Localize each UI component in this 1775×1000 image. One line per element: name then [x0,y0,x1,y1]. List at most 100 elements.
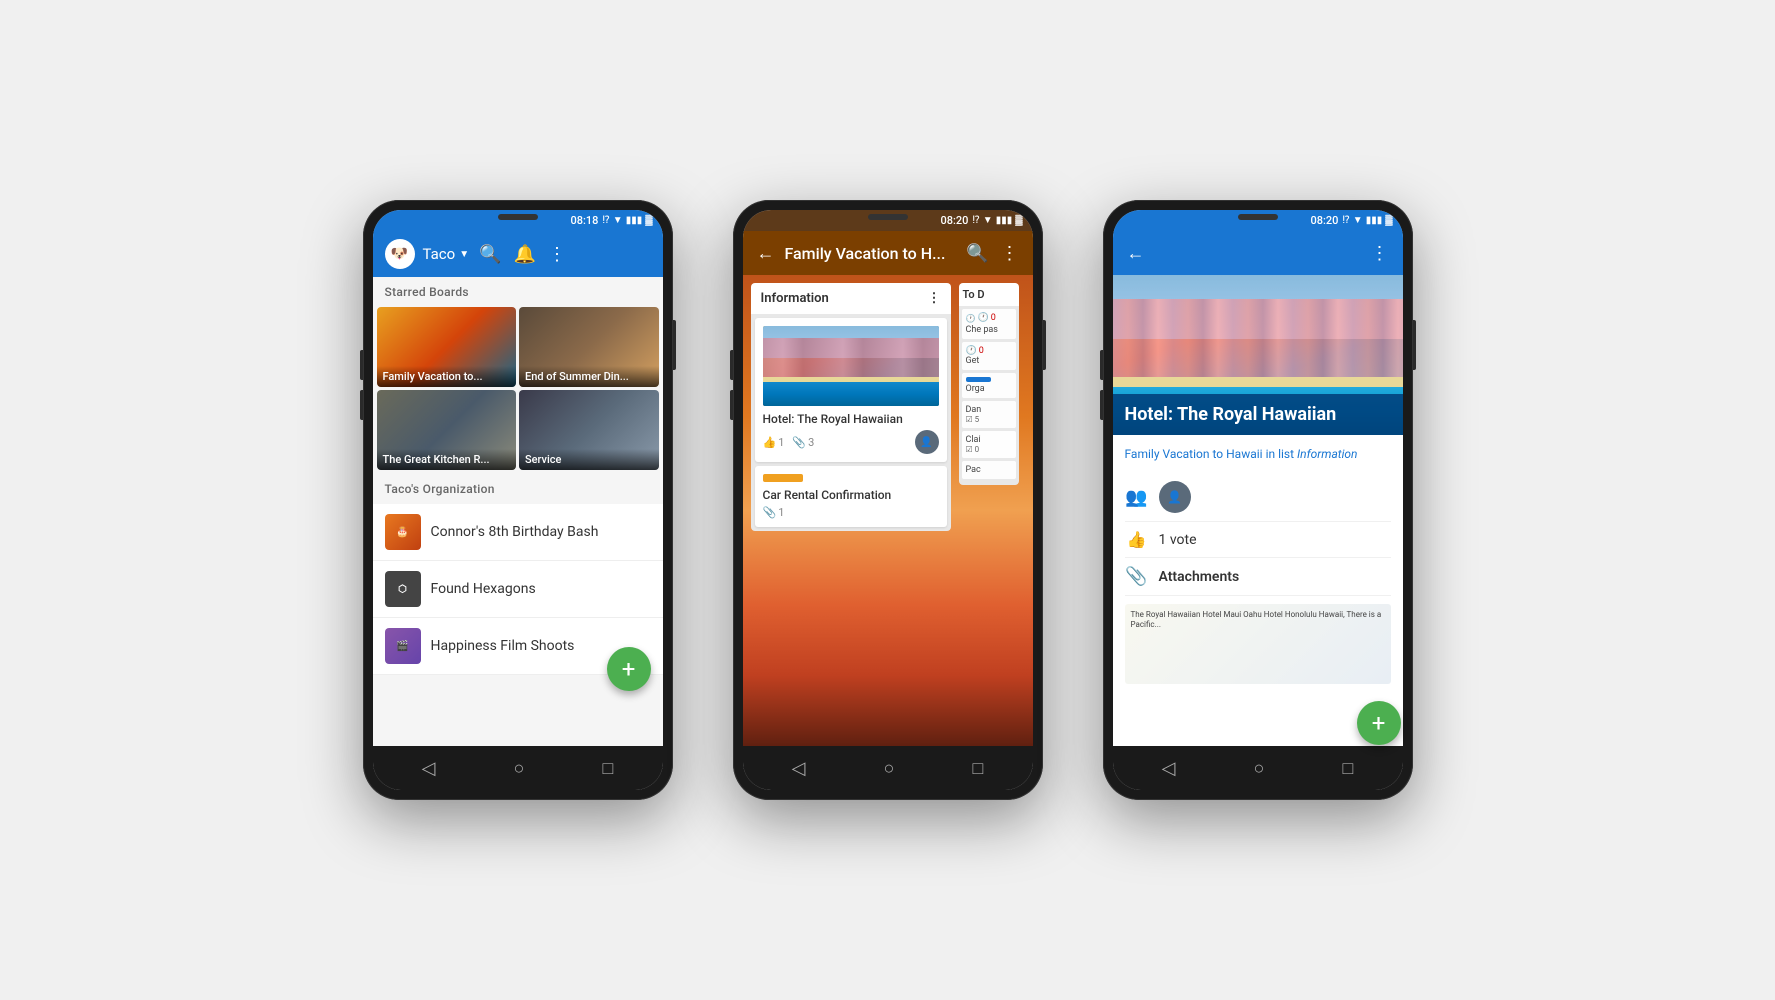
phone2-bluetooth-icon: ⁉ [972,215,979,226]
status-icons-3: ⁉ ▼ ▮▮▮ ▓ [1342,215,1392,226]
back-nav-button-2[interactable]: ◁ [792,758,806,779]
home-nav-button-2[interactable]: ○ [884,758,895,779]
phone3-power-button[interactable] [1413,320,1416,370]
badge-count-2: 0 [979,346,984,356]
search-icon[interactable]: 🔍 [477,242,503,267]
status-icons-2: ⁉ ▼ ▮▮▮ ▓ [972,215,1022,226]
todo-item-orga[interactable]: Orga [962,373,1016,398]
phone3-volume-down-button[interactable] [1100,390,1103,420]
members-list: 👤 [1159,481,1191,513]
member-avatar-1: 👤 [1159,481,1191,513]
bottom-nav-2: ◁ ○ □ [743,746,1033,790]
app-bar-title-2: Family Vacation to H... [785,244,957,263]
column-header-information: Information ⋮ [751,283,951,314]
todo-item-get[interactable]: 🕐 0 Get [962,342,1016,370]
todo-badge-get: 🕐 0 [966,346,1012,356]
clock-icon-2: 🕐 [966,346,977,356]
members-icon: 👥 [1125,487,1149,508]
board-thumb-vacation[interactable]: Family Vacation to... [377,307,517,387]
phone2-volume-down-button[interactable] [730,390,733,420]
app-bar-3: ← ⋮ [1113,231,1403,275]
board-thumb-label-summer: End of Summer Din... [519,366,659,387]
back-nav-button[interactable]: ◁ [422,758,436,779]
bottom-nav-1: ◁ ○ □ [373,746,663,790]
status-bar-2: 08:20 ⁉ ▼ ▮▮▮ ▓ [743,210,1033,231]
fab-add-button[interactable]: + [607,647,651,691]
todo-color-bar [966,377,991,382]
column-todo-partial: To D 🕐 0 Che pas [959,283,1019,738]
volume-down-button[interactable] [360,390,363,420]
more-options-icon[interactable]: ⋮ [546,242,568,267]
org-avatar-happiness: 🎬 [385,628,421,664]
board-thumb-kitchen[interactable]: The Great Kitchen R... [377,390,517,470]
todo-progress-dan: ☑ 5 [966,415,1012,424]
card-detail-subtitle: Family Vacation to Hawaii in list Inform… [1125,447,1391,461]
more-options-icon-2[interactable]: ⋮ [999,241,1021,266]
notifications-icon[interactable]: 🔔 [512,242,538,267]
resort-water [763,382,939,406]
card-detail-body: Family Vacation to Hawaii in list Inform… [1113,435,1403,696]
org-item-hexagons[interactable]: ⬡ Found Hexagons [373,561,663,618]
todo-item-dan[interactable]: Dan ☑ 5 [962,401,1016,428]
thumbs-up-icon-detail: 👍 [1125,530,1149,549]
column-title-information: Information [761,291,829,306]
phone3-signal-icon: ▮▮▮ [1366,215,1383,226]
todo-text-dan: Dan [966,405,982,415]
back-nav-button-3[interactable]: ◁ [1162,758,1176,779]
card-hero-image: Hotel: The Royal Hawaiian [1113,275,1403,435]
back-icon-3[interactable]: ← [1125,241,1147,266]
todo-item-pac[interactable]: Pac [962,461,1016,479]
board-thumb-service[interactable]: Service [519,390,659,470]
phone2-volume-up-button[interactable] [730,350,733,380]
more-options-icon-3[interactable]: ⋮ [1369,241,1391,266]
phone-3: 08:20 ⁉ ▼ ▮▮▮ ▓ ← ⋮ [1103,200,1413,800]
card-hotel-title: Hotel: The Royal Hawaiian [763,412,939,426]
phone3-volume-up-button[interactable] [1100,350,1103,380]
recents-nav-button-2[interactable]: □ [973,758,984,779]
subtitle-list: Information [1297,447,1357,461]
todo-item-che[interactable]: 🕐 0 Che pas [962,309,1016,339]
org-avatar-hexagons: ⬡ [385,571,421,607]
todo-text-orga: Orga [966,384,985,394]
search-icon-2[interactable]: 🔍 [964,241,990,266]
column-menu-icon[interactable]: ⋮ [928,291,941,306]
card-rental-meta: 📎 1 [763,506,939,519]
card-rental[interactable]: Car Rental Confirmation 📎 1 [755,466,947,527]
back-icon-2[interactable]: ← [755,241,777,266]
phone-1: 08:18 ⁉ ▼ ▮▮▮ ▓ 🐶 Taco ▼ 🔍 🔔 ⋮ [363,200,673,800]
home-nav-button[interactable]: ○ [514,758,525,779]
card-hotel-image [763,326,939,406]
board-columns: Information ⋮ [743,275,1033,746]
power-button[interactable] [673,320,676,370]
recents-nav-button[interactable]: □ [603,758,614,779]
todo-item-clai[interactable]: Clai ☑ 0 [962,431,1016,458]
org-avatar-connor: 🎂 [385,514,421,550]
phone3-wifi-icon: ▼ [1353,215,1363,226]
home-nav-button-3[interactable]: ○ [1254,758,1265,779]
fab-add-button-3[interactable]: + [1357,701,1401,745]
card-rental-attachments: 📎 1 [763,506,785,519]
vote-count: 1 vote [1159,532,1197,548]
volume-up-button[interactable] [360,350,363,380]
attachment-thumbnail[interactable]: The Royal Hawaiian Hotel Maui Oahu Hotel… [1125,604,1391,684]
status-icons-1: ⁉ ▼ ▮▮▮ ▓ [602,215,652,226]
card-hotel-meta: 👍 1 📎 3 👤 [763,430,939,454]
org-item-connor[interactable]: 🎂 Connor's 8th Birthday Bash [373,504,663,561]
phone3-battery-icon: ▓ [1385,215,1392,226]
votes-row: 👍 1 vote [1125,522,1391,558]
paperclip-icon: 📎 [792,436,806,449]
recents-nav-button-3[interactable]: □ [1343,758,1354,779]
user-dropdown[interactable]: Taco ▼ [423,245,470,263]
attachments-label: Attachments [1159,569,1240,585]
card-hero-title: Hotel: The Royal Hawaiian [1113,394,1403,435]
column-body-information: Hotel: The Royal Hawaiian 👍 1 📎 3 [751,314,951,531]
phone2-power-button[interactable] [1043,320,1046,370]
status-time-3: 08:20 [1311,214,1339,227]
status-time-1: 08:18 [571,214,599,227]
org-header: Taco's Organization [373,474,663,500]
card-rental-title: Car Rental Confirmation [763,488,939,502]
org-name-hexagons: Found Hexagons [431,581,536,597]
card-hotel[interactable]: Hotel: The Royal Hawaiian 👍 1 📎 3 [755,318,947,462]
column-todo-body: 🕐 0 Che pas 🕐 0 Get [959,306,1019,485]
board-thumb-summer[interactable]: End of Summer Din... [519,307,659,387]
